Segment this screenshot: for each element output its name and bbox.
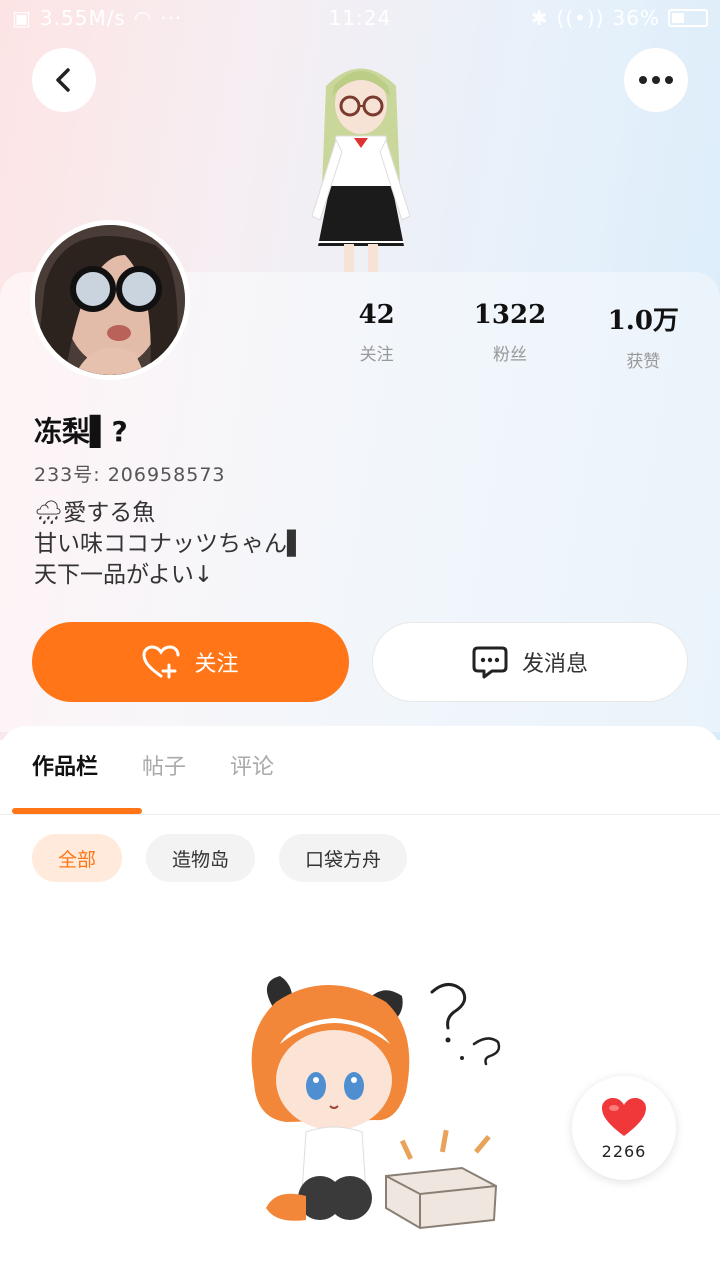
bluetooth-icon: ✱ <box>530 6 549 30</box>
tab-works[interactable]: 作品栏 <box>32 748 98 816</box>
stat-value: 42 <box>358 300 395 330</box>
follow-button[interactable]: 关注 <box>32 622 349 702</box>
bio-line: 甘い味ココナッツちゃん▌ <box>34 531 305 557</box>
heart-icon <box>602 1097 646 1136</box>
like-count: 2266 <box>601 1141 647 1161</box>
back-button[interactable] <box>32 48 96 112</box>
follow-label: 关注 <box>194 652 239 677</box>
stat-likes[interactable]: 1.0万 获赞 <box>583 300 703 380</box>
stat-following[interactable]: 42 关注 <box>317 300 437 380</box>
battery-percent: 36% <box>612 6 660 30</box>
tab-comments[interactable]: 评论 <box>230 748 274 816</box>
filter-chip-pocket-ark[interactable]: 口袋方舟 <box>279 834 408 882</box>
more-status-icon: ··· <box>160 6 183 30</box>
user-bio: 🌧愛する魚 甘い味ココナッツちゃん▌ 天下一品がよい↓ <box>34 498 305 591</box>
filter-chip-creation-island[interactable]: 造物岛 <box>146 834 256 882</box>
avatar-photo <box>35 225 185 375</box>
stat-label: 获赞 <box>626 352 661 372</box>
tab-posts[interactable]: 帖子 <box>142 748 186 816</box>
stats-row: 42 关注 1322 粉丝 1.0万 获赞 <box>310 300 710 380</box>
status-bar: ▣ 3.55M/s ◠ ··· 11:24 ✱ ((•)) 36% <box>0 0 720 36</box>
avatar-character-3d <box>311 68 411 274</box>
tabs-divider <box>0 814 720 815</box>
chevron-left-icon <box>56 68 70 92</box>
bio-line: 天下一品がよい↓ <box>34 562 214 588</box>
clock: 11:24 <box>328 6 392 30</box>
stat-followers[interactable]: 1322 粉丝 <box>450 300 570 380</box>
network-speed: 3.55M/s <box>39 6 126 30</box>
filter-chip-all[interactable]: 全部 <box>32 834 123 882</box>
battery-icon <box>668 9 708 27</box>
vibrate-icon: ((•)) <box>556 6 605 30</box>
bio-line: 🌧愛する魚 <box>34 498 305 529</box>
stat-label: 关注 <box>359 345 394 365</box>
empty-state-illustration <box>251 976 501 1230</box>
send-message-button[interactable]: 发消息 <box>372 622 688 702</box>
notification-icon: ▣ <box>12 6 32 30</box>
stat-label: 粉丝 <box>492 345 527 365</box>
cloud-rain-icon: 🌧 <box>34 500 64 526</box>
content-panel: 作品栏 帖子 评论 全部 造物岛 口袋方舟 <box>0 726 720 1280</box>
wifi-icon: ◠ <box>133 6 153 30</box>
filter-chips: 全部 造物岛 口袋方舟 <box>32 834 408 882</box>
bio-text: 愛する魚 <box>63 500 156 526</box>
content-tabs: 作品栏 帖子 评论 <box>0 748 720 816</box>
user-id: 233号: 206958573 <box>34 464 226 486</box>
more-dots-icon <box>639 76 673 84</box>
user-nickname: 冻梨▌? <box>34 415 128 448</box>
user-avatar[interactable] <box>30 220 190 380</box>
message-label: 发消息 <box>521 652 588 677</box>
like-float-button[interactable]: 2266 <box>572 1076 676 1180</box>
chat-bubble-icon <box>472 646 508 679</box>
more-options-button[interactable] <box>624 48 688 112</box>
stat-value: 1322 <box>473 300 547 330</box>
stat-value: 1.0万 <box>607 306 679 336</box>
heart-plus-icon <box>142 645 180 679</box>
